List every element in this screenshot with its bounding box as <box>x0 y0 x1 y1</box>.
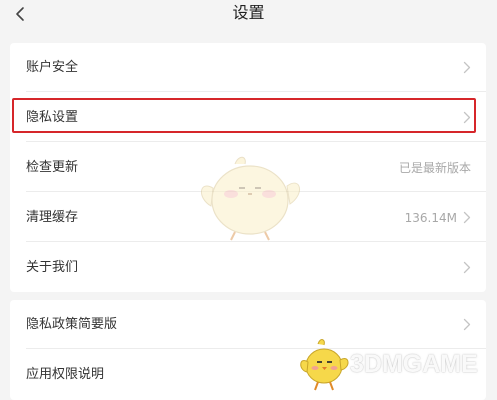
top-bar: 设置 <box>0 0 497 30</box>
settings-item-label: 隐私政策简要版 <box>26 316 118 332</box>
chevron-right-icon <box>462 261 472 275</box>
page-title: 设置 <box>232 3 265 22</box>
mascot-logo-icon <box>300 339 349 391</box>
watermark: 3DMGAME <box>294 338 494 391</box>
chevron-right-icon <box>462 318 472 332</box>
settings-item-about-us[interactable]: 关于我们 <box>10 243 486 292</box>
settings-item-account-security[interactable]: 账户安全 <box>10 43 486 92</box>
settings-item-label: 隐私设置 <box>26 109 79 125</box>
settings-item-privacy[interactable]: 隐私设置 <box>10 93 486 142</box>
settings-item-label: 清理缓存 <box>26 209 79 225</box>
settings-item-label: 检查更新 <box>26 159 79 175</box>
mascot-watermark-icon <box>201 156 300 241</box>
settings-item-label: 账户安全 <box>26 59 79 75</box>
chevron-right-icon <box>462 111 472 125</box>
settings-item-label: 关于我们 <box>26 259 79 275</box>
update-status-text: 已是最新版本 <box>398 160 471 175</box>
settings-item-label: 应用权限说明 <box>26 366 105 382</box>
chevron-right-icon <box>462 61 472 75</box>
watermark-text: 3DMGAME <box>350 350 478 378</box>
cache-size-text: 136.14M <box>404 210 457 225</box>
chevron-right-icon <box>462 211 472 225</box>
